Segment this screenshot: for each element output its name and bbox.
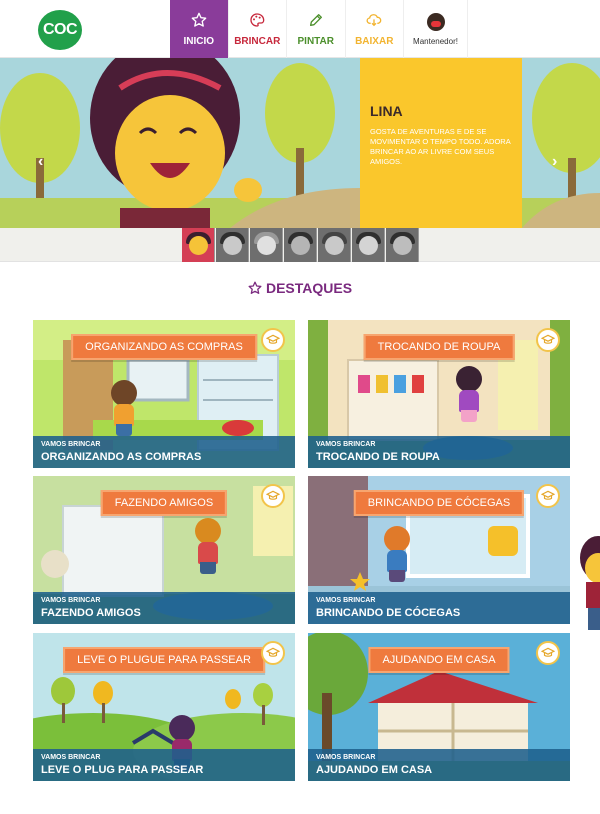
character-thumbnails (0, 228, 600, 262)
card-title: AJUDANDO EM CASA (316, 764, 433, 776)
card-info: VAMOS BRINCAR AJUDANDO EM CASA (308, 749, 570, 781)
card-banner: LEVE O PLUGUE PARA PASSEAR (63, 647, 265, 673)
nav-brincar-label: BRINCAR (234, 35, 281, 47)
coc-logo[interactable]: COC (38, 10, 82, 50)
card-info: VAMOS BRINCAR BRINCANDO DE CÓCEGAS (308, 592, 570, 624)
graduation-cap-icon (536, 328, 560, 352)
card-banner: TROCANDO DE ROUPA (363, 334, 515, 360)
card-info: VAMOS BRINCAR TROCANDO DE ROUPA (308, 436, 570, 468)
card-banner: ORGANIZANDO AS COMPRAS (71, 334, 257, 360)
star-outline-icon (191, 12, 207, 27)
hero-next-illustration (522, 58, 600, 228)
card-info: VAMOS BRINCAR LEVE O PLUG PARA PASSEAR (33, 749, 295, 781)
thumbnail-character-4[interactable] (284, 228, 317, 262)
nav-brincar[interactable]: BRINCAR (229, 0, 287, 58)
card-organizando-as-compras[interactable]: ORGANIZANDO AS COMPRAS VAMOS BRINCAR ORG… (33, 320, 295, 468)
nav-mantenedor[interactable]: Mantenedor! (404, 0, 468, 58)
hero-carousel: LINA GOSTA DE AVENTURAS E DE SE MOVIMENT… (0, 58, 600, 228)
nav-pintar[interactable]: PINTAR (287, 0, 346, 58)
hero-character-name: LINA (370, 103, 403, 119)
card-kicker: VAMOS BRINCAR (41, 597, 101, 604)
card-banner: FAZENDO AMIGOS (100, 490, 228, 516)
nav-mantenedor-label: Mantenedor! (413, 36, 458, 46)
thumbnail-character-6[interactable] (352, 228, 385, 262)
character-girl-glasses (193, 518, 223, 574)
thumbnail-character-3[interactable] (250, 228, 283, 262)
graduation-cap-icon (536, 484, 560, 508)
card-kicker: VAMOS BRINCAR (41, 754, 101, 761)
nav-inicio[interactable]: INICIO (170, 0, 229, 58)
destaques-title: DESTAQUES (265, 280, 353, 296)
cloud-download-icon (366, 13, 382, 26)
card-kicker: VAMOS BRINCAR (316, 597, 376, 604)
card-kicker: VAMOS BRINCAR (316, 441, 376, 448)
thumbnail-character-5[interactable] (318, 228, 351, 262)
destaques-heading: DESTAQUES (0, 280, 600, 296)
thumbnail-lina[interactable] (182, 228, 215, 262)
card-banner: AJUDANDO EM CASA (368, 647, 510, 673)
graduation-cap-icon (536, 641, 560, 665)
card-banner: BRINCANDO DE CÓCEGAS (353, 490, 525, 516)
nav-pintar-label: PINTAR (297, 35, 334, 47)
pencil-icon (309, 13, 322, 26)
card-title: LEVE O PLUG PARA PASSEAR (41, 764, 204, 776)
card-title: BRINCANDO DE CÓCEGAS (316, 607, 461, 619)
nav-baixar-label: BAIXAR (355, 35, 394, 47)
card-title: FAZENDO AMIGOS (41, 607, 141, 619)
star-outline-icon (248, 281, 262, 294)
card-fazendo-amigos[interactable]: FAZENDO AMIGOS VAMOS BRINCAR FAZENDO AMI… (33, 476, 295, 624)
card-info: VAMOS BRINCAR FAZENDO AMIGOS (33, 592, 295, 624)
nav-baixar[interactable]: BAIXAR (346, 0, 404, 58)
main-nav: INICIO BRINCAR PINTAR BAIXAR Mantenedor! (170, 0, 468, 58)
peeking-character-lina[interactable] (576, 536, 600, 636)
hero-character-description: GOSTA DE AVENTURAS E DE SE MOVIMENTAR O … (370, 127, 511, 166)
card-title: ORGANIZANDO AS COMPRAS (41, 451, 202, 463)
chevron-right-icon[interactable]: › (552, 153, 557, 171)
hero-illustration-lina (0, 58, 360, 228)
character-boy (109, 380, 139, 436)
palette-icon (250, 12, 265, 27)
hero-caption: LINA GOSTA DE AVENTURAS E DE SE MOVIMENT… (360, 58, 522, 228)
card-kicker: VAMOS BRINCAR (316, 754, 376, 761)
graduation-cap-icon (261, 484, 285, 508)
card-leve-o-plug-para-passear[interactable]: LEVE O PLUGUE PARA PASSEAR VAMOS BRINCAR… (33, 633, 295, 781)
card-brincando-de-cocegas[interactable]: BRINCANDO DE CÓCEGAS VAMOS BRINCAR BRINC… (308, 476, 570, 624)
card-ajudando-em-casa[interactable]: AJUDANDO EM CASA VAMOS BRINCAR AJUDANDO … (308, 633, 570, 781)
card-trocando-de-roupa[interactable]: TROCANDO DE ROUPA VAMOS BRINCAR TROCANDO… (308, 320, 570, 468)
card-info: VAMOS BRINCAR ORGANIZANDO AS COMPRAS (33, 436, 295, 468)
graduation-cap-icon (261, 328, 285, 352)
character-girl (454, 366, 484, 422)
thumbnail-character-2[interactable] (216, 228, 249, 262)
thumbnail-character-7[interactable] (386, 228, 419, 262)
top-header: COC INICIO BRINCAR PINTAR BAIXAR Mantene… (0, 0, 600, 58)
avatar-icon (426, 12, 445, 31)
card-kicker: VAMOS BRINCAR (41, 441, 101, 448)
chevron-left-icon[interactable]: ‹ (38, 153, 43, 171)
graduation-cap-icon (261, 641, 285, 665)
character-boy-glasses (382, 526, 412, 582)
nav-inicio-label: INICIO (183, 35, 215, 47)
card-title: TROCANDO DE ROUPA (316, 451, 440, 463)
